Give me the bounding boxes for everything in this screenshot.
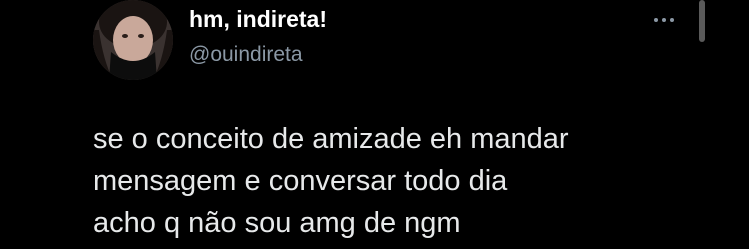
scrollbar[interactable] [699, 0, 705, 42]
profile-photo-icon [93, 0, 173, 80]
tweet-text-line: se o conceito de amizade eh mandar [93, 123, 569, 155]
tweet-text-line: acho q não sou amg de ngm [93, 207, 461, 239]
more-options-icon [654, 18, 674, 22]
tweet-text-line: mensagem e conversar todo dia [93, 165, 508, 197]
author-handle[interactable]: @ouindireta [189, 43, 303, 67]
more-options-button[interactable] [648, 10, 678, 30]
avatar[interactable] [93, 0, 173, 80]
tweet-text: se o conceito de amizade eh mandar mensa… [93, 118, 693, 244]
tweet-card: hm, indireta! @ouindireta se o conceito … [0, 0, 749, 249]
author-name[interactable]: hm, indireta! [189, 6, 327, 33]
